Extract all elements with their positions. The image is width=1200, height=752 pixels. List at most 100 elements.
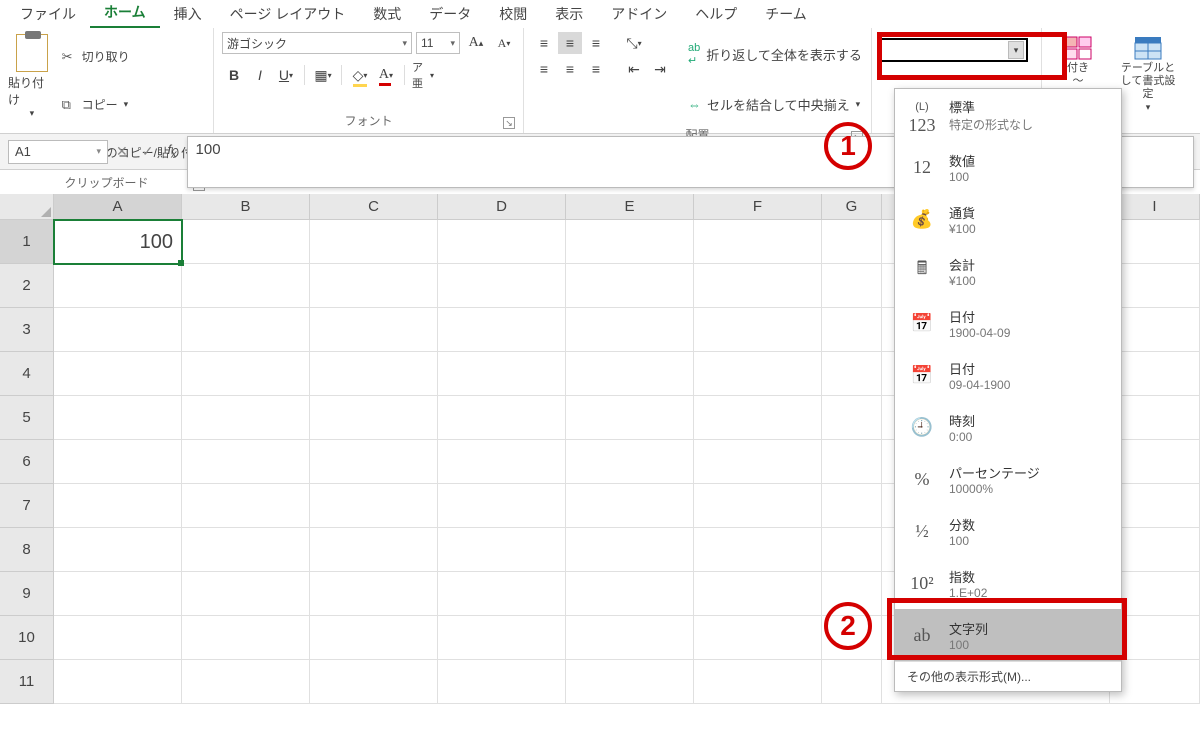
cell[interactable]: [438, 660, 566, 704]
number-format-option[interactable]: 🕘時刻0:00: [895, 401, 1121, 453]
cell[interactable]: [54, 352, 182, 396]
cut-button[interactable]: 切り取り: [62, 34, 205, 78]
cell[interactable]: [566, 484, 694, 528]
row-header[interactable]: 5: [0, 396, 54, 440]
number-format-more[interactable]: その他の表示形式(M)...: [895, 661, 1121, 691]
align-left-button[interactable]: ≡: [532, 58, 556, 80]
cell[interactable]: [54, 264, 182, 308]
cell[interactable]: [1110, 440, 1200, 484]
cell[interactable]: [310, 660, 438, 704]
cell[interactable]: [566, 528, 694, 572]
cell[interactable]: [694, 616, 822, 660]
cell[interactable]: [822, 440, 882, 484]
cell[interactable]: [438, 308, 566, 352]
row-header[interactable]: 6: [0, 440, 54, 484]
copy-button[interactable]: コピー▾: [62, 82, 205, 126]
col-header-e[interactable]: E: [566, 194, 694, 220]
cell[interactable]: [438, 220, 566, 264]
cell[interactable]: [566, 660, 694, 704]
number-format-option[interactable]: 💰通貨¥100: [895, 193, 1121, 245]
bold-button[interactable]: B: [222, 64, 246, 86]
cell[interactable]: [694, 352, 822, 396]
cell[interactable]: [822, 396, 882, 440]
cell[interactable]: [182, 528, 310, 572]
cell[interactable]: [310, 264, 438, 308]
cell[interactable]: [822, 616, 882, 660]
number-format-option[interactable]: ab文字列100: [895, 609, 1121, 661]
font-size-combo[interactable]: 11▾: [416, 32, 460, 54]
row-header[interactable]: 2: [0, 264, 54, 308]
cell[interactable]: [1110, 396, 1200, 440]
row-header[interactable]: 11: [0, 660, 54, 704]
menu-view[interactable]: 表示: [541, 0, 597, 28]
col-header-g[interactable]: G: [822, 194, 882, 220]
cell[interactable]: [310, 440, 438, 484]
col-header-c[interactable]: C: [310, 194, 438, 220]
cell[interactable]: [310, 572, 438, 616]
cell[interactable]: [694, 396, 822, 440]
cell[interactable]: [182, 396, 310, 440]
increase-font-button[interactable]: A▴: [464, 32, 488, 54]
menu-data[interactable]: データ: [415, 0, 485, 28]
cell[interactable]: [566, 572, 694, 616]
cell[interactable]: [822, 264, 882, 308]
cell[interactable]: [566, 396, 694, 440]
row-header[interactable]: 1: [0, 220, 54, 264]
cell[interactable]: [438, 396, 566, 440]
number-format-option[interactable]: 🖩会計¥100: [895, 245, 1121, 297]
cell[interactable]: [310, 396, 438, 440]
cell[interactable]: [182, 220, 310, 264]
align-top-button[interactable]: ≡: [532, 32, 556, 54]
cell[interactable]: [54, 440, 182, 484]
font-color-button[interactable]: A▾: [374, 64, 398, 86]
cell[interactable]: [54, 572, 182, 616]
cell[interactable]: [438, 264, 566, 308]
menu-file[interactable]: ファイル: [6, 0, 90, 28]
row-header[interactable]: 9: [0, 572, 54, 616]
align-middle-button[interactable]: ≡: [558, 32, 582, 54]
cell[interactable]: [566, 616, 694, 660]
row-header[interactable]: 8: [0, 528, 54, 572]
cell[interactable]: [182, 308, 310, 352]
cell[interactable]: [310, 220, 438, 264]
number-format-option[interactable]: ½分数100: [895, 505, 1121, 557]
cell[interactable]: [822, 220, 882, 264]
cell[interactable]: [694, 528, 822, 572]
cell[interactable]: [438, 440, 566, 484]
cell[interactable]: [310, 352, 438, 396]
increase-indent-button[interactable]: ⇥: [648, 58, 672, 80]
menu-help[interactable]: ヘルプ: [681, 0, 751, 28]
row-header[interactable]: 4: [0, 352, 54, 396]
cell[interactable]: [182, 572, 310, 616]
cell[interactable]: [182, 264, 310, 308]
cell[interactable]: [694, 484, 822, 528]
number-format-combo[interactable]: ▾: [878, 38, 1028, 62]
align-bottom-button[interactable]: ≡: [584, 32, 608, 54]
font-name-combo[interactable]: 游ゴシック▾: [222, 32, 412, 54]
underline-button[interactable]: U▾: [274, 64, 298, 86]
cell[interactable]: [822, 528, 882, 572]
enter-icon[interactable]: ✓: [142, 143, 154, 160]
cell[interactable]: [310, 616, 438, 660]
italic-button[interactable]: I: [248, 64, 272, 86]
cell[interactable]: [54, 660, 182, 704]
cell[interactable]: [182, 616, 310, 660]
cell[interactable]: [1110, 572, 1200, 616]
cell[interactable]: [182, 440, 310, 484]
cell[interactable]: [1110, 352, 1200, 396]
number-format-option[interactable]: %パーセンテージ10000%: [895, 453, 1121, 505]
paste-button[interactable]: 貼り付け ▾: [8, 32, 56, 119]
cell[interactable]: [822, 352, 882, 396]
cell[interactable]: [566, 220, 694, 264]
cell[interactable]: [694, 220, 822, 264]
cell[interactable]: [822, 660, 882, 704]
cell[interactable]: [438, 572, 566, 616]
cell[interactable]: [54, 616, 182, 660]
cell[interactable]: [182, 352, 310, 396]
cell[interactable]: [54, 484, 182, 528]
cell[interactable]: [694, 264, 822, 308]
align-right-button[interactable]: ≡: [584, 58, 608, 80]
menu-team[interactable]: チーム: [751, 0, 821, 28]
menu-home[interactable]: ホーム: [90, 0, 160, 28]
number-format-option[interactable]: (L)123標準特定の形式なし: [895, 89, 1121, 141]
